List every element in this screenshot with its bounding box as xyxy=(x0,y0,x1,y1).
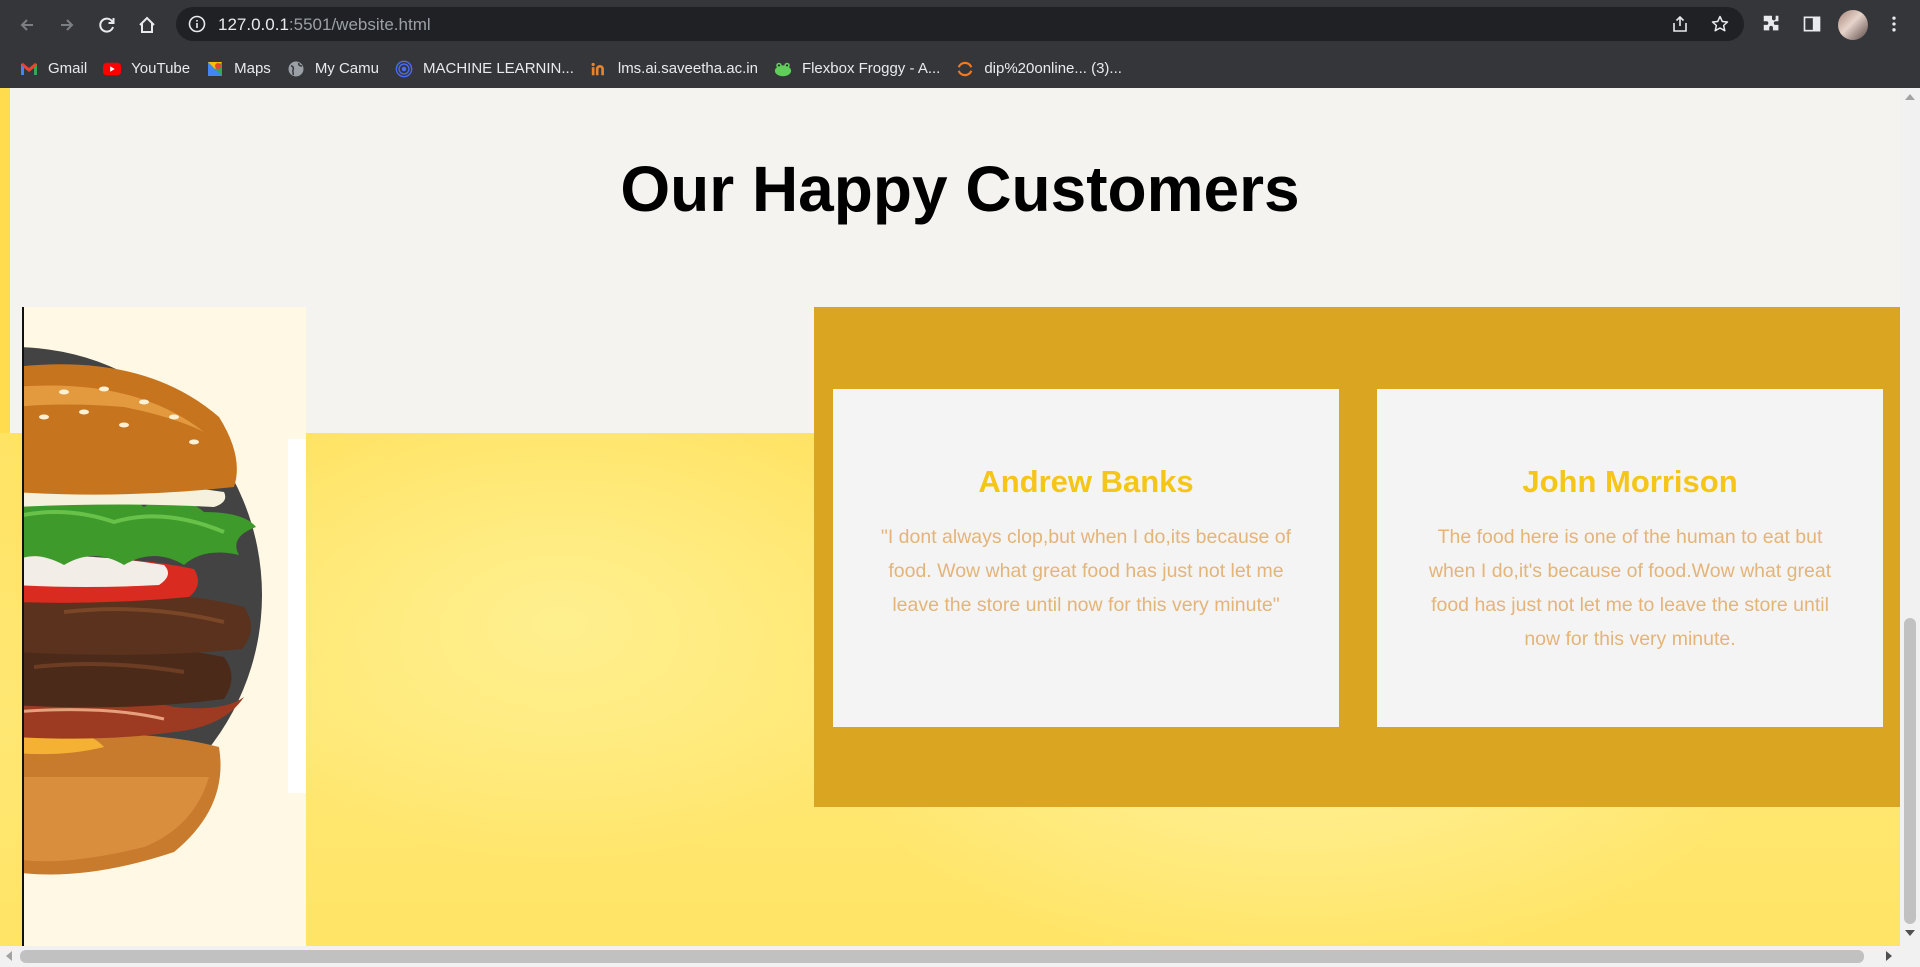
bookmark-my-camu[interactable]: My Camu xyxy=(283,55,387,83)
scroll-left-arrow-icon[interactable] xyxy=(6,951,12,961)
scroll-right-arrow-icon[interactable] xyxy=(1886,951,1892,961)
horizontal-scroll-thumb[interactable] xyxy=(20,950,1864,963)
share-icon[interactable] xyxy=(1670,14,1690,34)
customer-name: Andrew Banks xyxy=(978,464,1194,499)
customer-quote: The food here is one of the human to eat… xyxy=(1428,526,1832,650)
browser-chrome: 127.0.0.1:5501/website.html Gmail YouTub… xyxy=(0,0,1920,88)
page-viewport[interactable]: Our Happy Customers Andrew Banks "I dont… xyxy=(0,88,1900,946)
bookmark-label: YouTube xyxy=(131,60,191,77)
kebab-menu-icon xyxy=(1892,16,1896,32)
bookmark-flexbox-froggy[interactable]: Flexbox Froggy - A... xyxy=(770,55,948,83)
url-text: 127.0.0.1:5501/website.html xyxy=(218,15,431,35)
bookmark-label: My Camu xyxy=(314,60,379,77)
saveetha-icon xyxy=(590,60,608,78)
info-icon[interactable] xyxy=(188,15,206,33)
arrow-left-icon xyxy=(20,19,33,31)
bookmarks-bar: Gmail YouTube Maps My Camu MACHINE LEARN… xyxy=(0,49,1920,88)
testimonial-card: Andrew Banks "I dont always clop,but whe… xyxy=(833,389,1339,727)
globe-icon xyxy=(287,60,305,78)
bookmark-machine-learning[interactable]: MACHINE LEARNIN... xyxy=(391,55,582,83)
section-heading: Our Happy Customers xyxy=(620,153,1300,225)
url-host: 127.0.0.1 xyxy=(218,15,289,34)
bookmark-label: dip%20online... (3)... xyxy=(984,60,1122,77)
home-icon xyxy=(139,16,155,33)
customer-quote: "I dont always clop,but when I do,its be… xyxy=(880,526,1292,616)
scroll-down-arrow-icon[interactable] xyxy=(1905,930,1915,936)
target-icon xyxy=(395,60,413,78)
bookmark-label: MACHINE LEARNIN... xyxy=(423,60,574,77)
vertical-scroll-thumb[interactable] xyxy=(1904,618,1916,924)
reload-icon xyxy=(99,17,115,33)
home-button[interactable] xyxy=(132,10,162,40)
extensions-button[interactable] xyxy=(1760,12,1784,36)
puzzle-icon xyxy=(1763,15,1779,31)
bookmark-label: Gmail xyxy=(48,60,88,77)
customer-name: John Morrison xyxy=(1522,464,1738,499)
bookmark-youtube[interactable]: YouTube xyxy=(99,55,198,83)
horizontal-scrollbar[interactable] xyxy=(0,946,1920,967)
burger-illustration xyxy=(24,347,262,875)
bookmark-label: Maps xyxy=(234,60,271,77)
bookmark-maps[interactable]: Maps xyxy=(202,55,279,83)
side-panel-icon xyxy=(1803,16,1821,32)
url-path: :5501/website.html xyxy=(288,15,431,34)
youtube-icon xyxy=(103,60,122,78)
hidden-card-edge xyxy=(288,439,306,793)
bookmark-dip-online[interactable]: dip%20online... (3)... xyxy=(952,55,1130,83)
frog-icon xyxy=(774,60,792,78)
side-panel-button[interactable] xyxy=(1800,12,1824,36)
bookmark-label: lms.ai.saveetha.ac.in xyxy=(617,60,758,77)
burger-image xyxy=(22,307,306,946)
browser-toolbar: 127.0.0.1:5501/website.html xyxy=(0,0,1920,49)
reload-button[interactable] xyxy=(92,10,122,40)
bookmark-star-icon[interactable] xyxy=(1710,14,1730,34)
address-bar[interactable]: 127.0.0.1:5501/website.html xyxy=(176,7,1744,41)
vertical-scrollbar[interactable] xyxy=(1900,88,1920,946)
bookmark-lms-saveetha[interactable]: lms.ai.saveetha.ac.in xyxy=(586,55,766,83)
scroll-up-arrow-icon[interactable] xyxy=(1905,94,1915,100)
gmail-icon xyxy=(20,60,38,78)
bookmark-label: Flexbox Froggy - A... xyxy=(801,60,941,77)
forward-button[interactable] xyxy=(52,10,82,40)
menu-button[interactable] xyxy=(1882,12,1906,36)
bookmark-gmail[interactable]: Gmail xyxy=(16,55,95,83)
maps-icon xyxy=(206,60,224,78)
profile-avatar[interactable] xyxy=(1838,10,1868,40)
arrow-right-icon xyxy=(61,19,74,31)
testimonial-card: John Morrison The food here is one of th… xyxy=(1377,389,1883,727)
orange-arc-icon xyxy=(956,60,974,78)
back-button[interactable] xyxy=(12,10,42,40)
